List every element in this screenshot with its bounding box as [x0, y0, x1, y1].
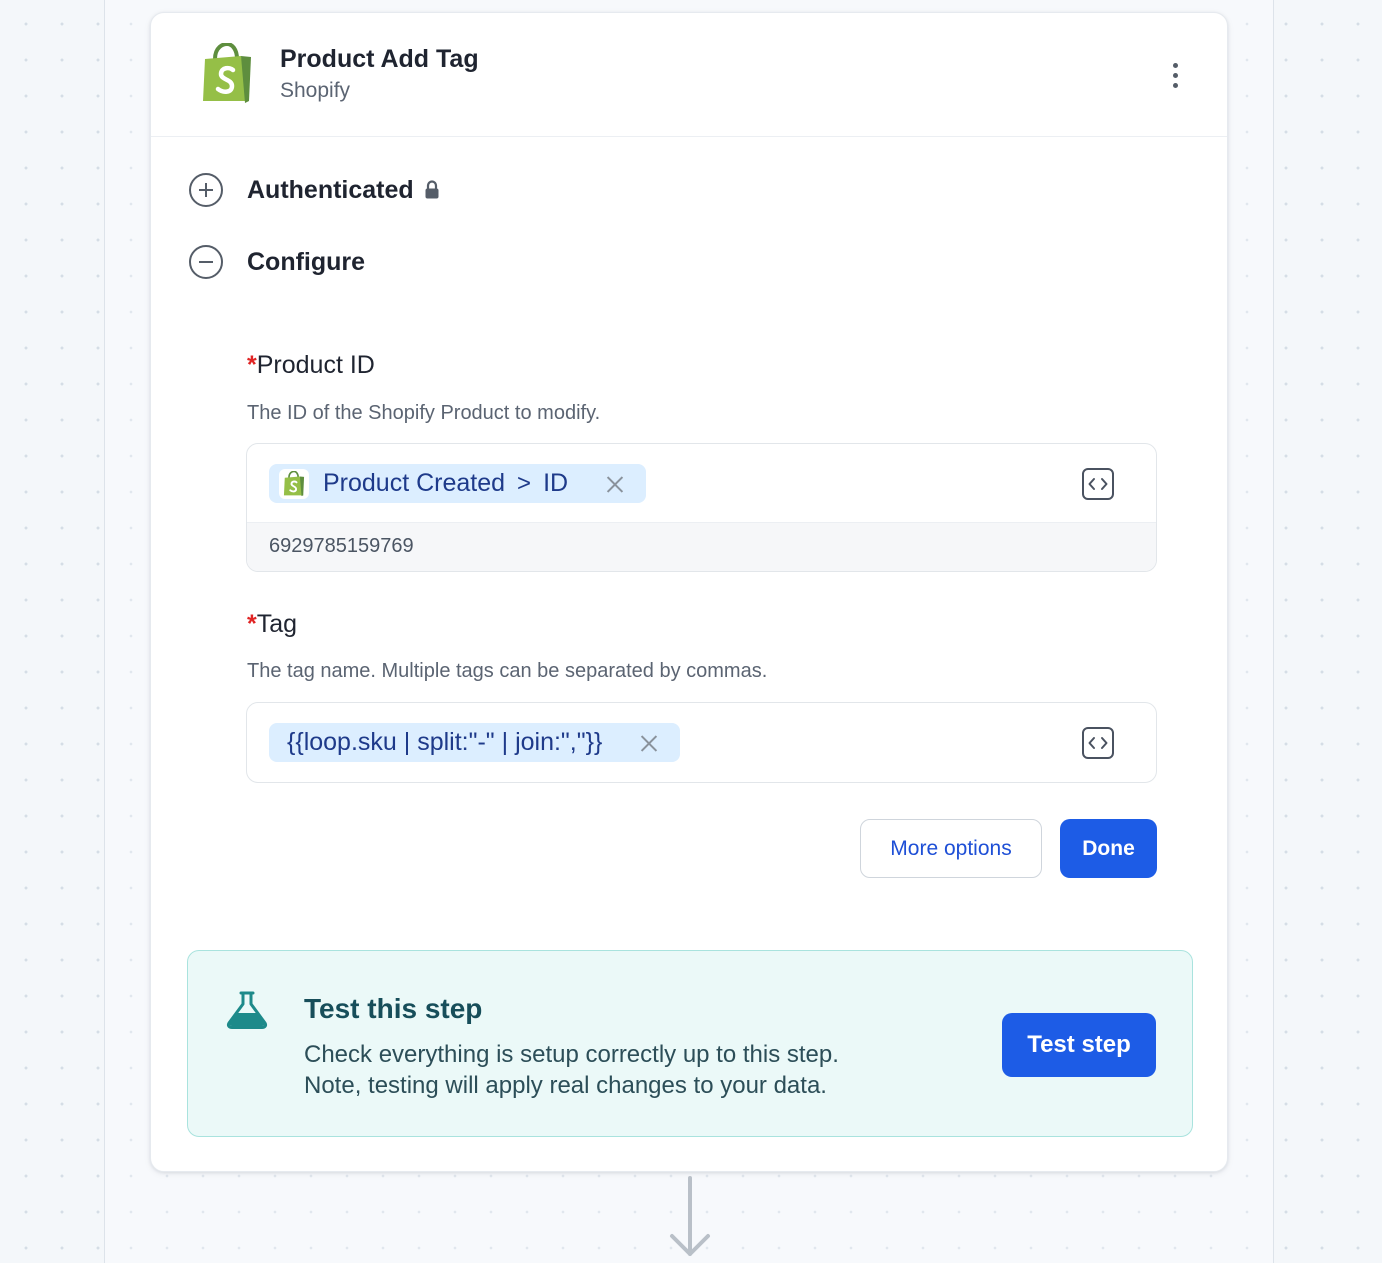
done-button[interactable]: Done	[1060, 819, 1157, 878]
arrow-down-icon	[670, 1176, 710, 1256]
product-id-preview-value: 6929785159769	[269, 535, 414, 557]
chevron-right-icon: >	[517, 469, 532, 497]
product-id-help: The ID of the Shopify Product to modify.	[247, 402, 601, 424]
shopify-logo-icon	[203, 43, 251, 103]
tag-field[interactable]: {{loop.sku | split:"-" | join:","}}	[246, 702, 1157, 783]
tag-help: The tag name. Multiple tags can be separ…	[247, 660, 768, 682]
test-panel-title: Test this step	[304, 993, 483, 1024]
tag-expression-text: {{loop.sku | split:"-" | join:","}}	[287, 728, 603, 756]
section-configure[interactable]: Configure	[189, 242, 365, 282]
test-panel-description: Check everything is setup correctly up t…	[304, 1041, 839, 1099]
test-step-button[interactable]: Test step	[1002, 1013, 1156, 1077]
lane-divider-right	[1273, 0, 1274, 1263]
product-id-field[interactable]: Product Created > ID 6929785159769	[246, 443, 1157, 572]
more-menu-icon[interactable]	[1159, 57, 1191, 93]
test-step-panel: Test this step Check everything is setup…	[187, 950, 1193, 1137]
step-card: Product Add Tag Shopify Authenticated Co…	[150, 12, 1228, 1172]
step-app-name: Shopify	[280, 79, 351, 102]
minus-circle-icon[interactable]	[189, 245, 223, 279]
product-id-token-chip[interactable]: Product Created > ID	[269, 464, 647, 503]
tag-expression-chip[interactable]: {{loop.sku | split:"-" | join:","}}	[269, 723, 681, 762]
tag-label: *Tag	[247, 610, 298, 638]
code-toggle-icon[interactable]	[1082, 727, 1114, 759]
required-marker: *	[247, 351, 257, 379]
more-options-button[interactable]: More options	[860, 819, 1042, 878]
required-marker: *	[247, 610, 257, 638]
chip-key-text: ID	[543, 469, 569, 497]
section-authenticated-label: Authenticated	[247, 175, 414, 204]
close-icon[interactable]	[606, 475, 624, 493]
code-toggle-icon[interactable]	[1082, 468, 1114, 500]
product-id-label: *Product ID	[247, 351, 375, 379]
plus-circle-icon[interactable]	[189, 173, 223, 207]
section-authenticated[interactable]: Authenticated	[189, 170, 440, 210]
section-configure-label: Configure	[247, 247, 366, 276]
lane-divider-left	[104, 0, 105, 1263]
close-icon[interactable]	[640, 734, 658, 752]
step-title: Product Add Tag	[280, 45, 479, 73]
step-card-header: Product Add Tag Shopify	[151, 13, 1227, 137]
flask-icon	[226, 991, 268, 1029]
chip-source-text: Product Created	[323, 469, 506, 497]
product-id-preview: 6929785159769	[247, 522, 1156, 571]
shopify-chip-icon	[279, 468, 309, 499]
lock-icon	[425, 180, 439, 199]
